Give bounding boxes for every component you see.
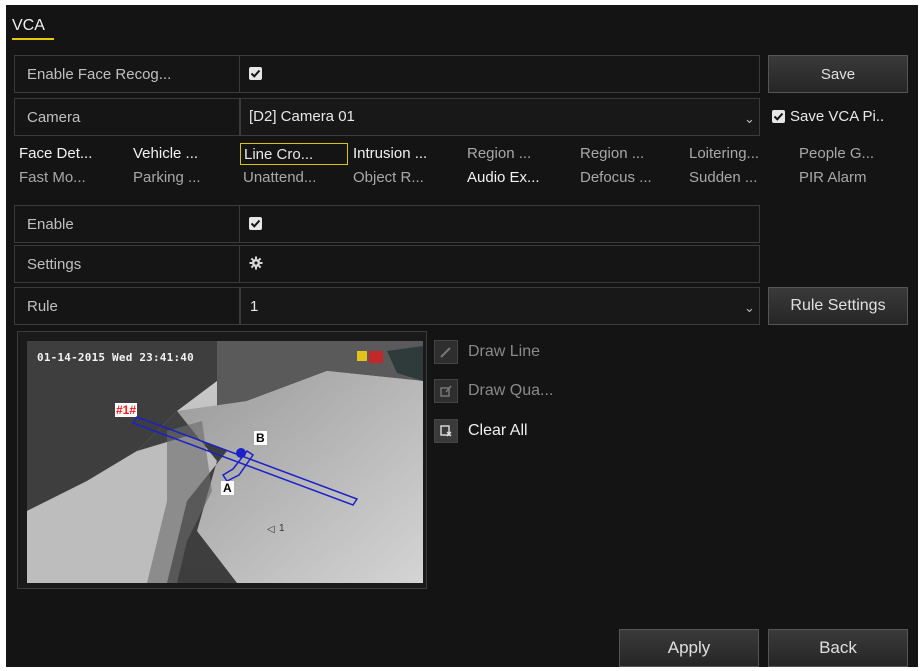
chevron-down-icon: ⌄ xyxy=(744,111,755,126)
rule-label: Rule xyxy=(27,298,58,315)
save-vca-pic-checkbox[interactable] xyxy=(772,110,785,123)
tab-region-entrance[interactable]: Region ... xyxy=(464,143,572,165)
settings-label: Settings xyxy=(27,256,82,273)
title-bar: VCA xyxy=(6,5,918,45)
tab-defocus[interactable]: Defocus ... xyxy=(577,167,682,189)
gear-icon-glyph xyxy=(249,256,263,270)
chevron-down-icon: ⌄ xyxy=(744,300,755,315)
draw-line-label: Draw Line xyxy=(468,343,541,360)
draw-quadrilateral-label: Draw Qua... xyxy=(468,382,554,399)
rule-select-value: 1 xyxy=(250,298,259,315)
clear-all-button[interactable]: Clear All xyxy=(434,419,528,443)
point-a-label: A xyxy=(221,481,234,495)
tab-intrusion[interactable]: Intrusion ... xyxy=(350,143,462,165)
tab-loitering[interactable]: Loitering... xyxy=(686,143,792,165)
clear-all-label: Clear All xyxy=(468,422,528,439)
tab-face-detection[interactable]: Face Det... xyxy=(16,143,128,165)
rule-select[interactable] xyxy=(240,287,760,325)
face-recog-checkbox[interactable] xyxy=(249,67,262,80)
check-icon xyxy=(250,219,261,228)
point-b-label: B xyxy=(254,431,267,445)
tab-audio-exception[interactable]: Audio Ex... xyxy=(464,167,572,189)
apply-button[interactable]: Apply xyxy=(619,629,759,667)
title-underline xyxy=(12,38,54,40)
tab-region-exiting[interactable]: Region ... xyxy=(577,143,682,165)
tab-people-gathering[interactable]: People G... xyxy=(796,143,908,165)
tab-pir-alarm[interactable]: PIR Alarm xyxy=(796,167,908,189)
tab-fast-moving[interactable]: Fast Mo... xyxy=(16,167,128,189)
tab-unattended-baggage[interactable]: Unattend... xyxy=(240,167,348,189)
check-icon xyxy=(773,112,784,121)
draw-line-button[interactable]: Draw Line xyxy=(434,340,540,364)
line-crossing-overlay xyxy=(131,416,359,506)
save-button[interactable]: Save xyxy=(768,55,908,93)
enable-label: Enable xyxy=(27,216,74,233)
camera-label: Camera xyxy=(27,109,81,126)
camera-select-value: [D2] Camera 01 xyxy=(249,108,355,125)
face-recog-label: Enable Face Recog... xyxy=(27,66,172,83)
pencil-icon xyxy=(434,340,458,364)
tab-parking[interactable]: Parking ... xyxy=(130,167,238,189)
small-label: 1 xyxy=(279,523,285,534)
camera-preview[interactable]: 01-14-2015 Wed 23:41:40 #1# B A ◁ 1 xyxy=(27,341,423,583)
tab-sudden-scene-change[interactable]: Sudden ... xyxy=(686,167,792,189)
clear-icon xyxy=(434,419,458,443)
vca-panel: VCA Enable Face Recog... Save Camera [D2… xyxy=(6,5,918,667)
back-button[interactable]: Back xyxy=(768,629,908,667)
enable-checkbox[interactable] xyxy=(249,217,262,230)
check-icon xyxy=(250,69,261,78)
speaker-icon: ◁ xyxy=(267,524,275,535)
tab-vehicle[interactable]: Vehicle ... xyxy=(130,143,238,165)
save-vca-pic-label: Save VCA Pi.. xyxy=(790,108,885,125)
rule-settings-button[interactable]: Rule Settings xyxy=(768,287,908,325)
page-title: VCA xyxy=(12,17,45,34)
draw-quadrilateral-button[interactable]: Draw Qua... xyxy=(434,379,553,403)
tab-object-removal[interactable]: Object R... xyxy=(350,167,462,189)
gear-icon[interactable] xyxy=(248,255,264,275)
edit-square-icon xyxy=(434,379,458,403)
tab-line-crossing[interactable]: Line Cro... xyxy=(240,143,348,165)
